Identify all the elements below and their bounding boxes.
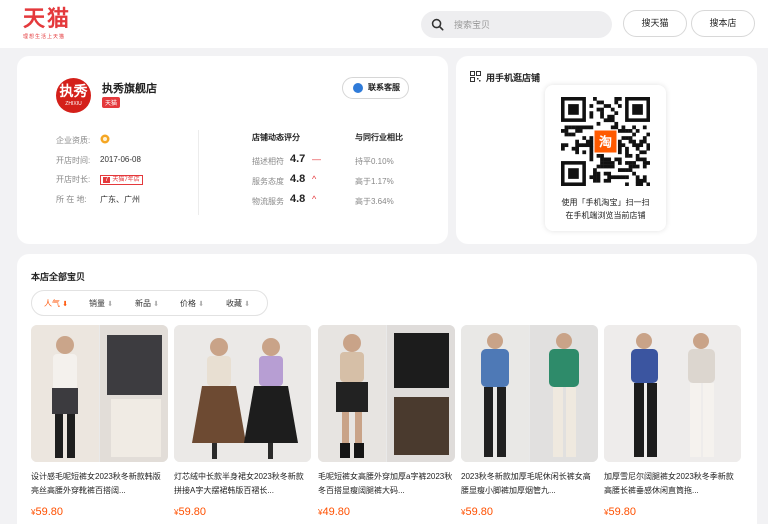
shop-logo[interactable]: 执秀 ZHIXIU <box>56 78 91 113</box>
qr-caption: 使用「手机淘宝」扫一扫 在手机端浏览当前店铺 <box>545 196 666 222</box>
qr-code-icon <box>470 71 481 82</box>
info-qualification: 企业资质: <box>56 134 110 146</box>
compare-description: 持平0.10% <box>355 157 394 166</box>
sort-price[interactable]: 价格 ⬇ <box>180 298 204 309</box>
sort-new[interactable]: 新品 ⬇ <box>135 298 159 309</box>
sort-label: 人气 <box>44 299 60 308</box>
qr-caption-line2: 在手机端浏览当前店铺 <box>565 211 646 220</box>
up-trend-icon: ^ <box>312 194 317 204</box>
qualification-icon[interactable] <box>100 134 110 146</box>
sort-bar: 人气 ⬇ 销量 ⬇ 新品 ⬇ 价格 ⬇ 收藏 ⬇ <box>31 290 268 316</box>
qr-title: 用手机逛店铺 <box>486 73 541 83</box>
sort-arrow-icon: ⬇ <box>244 301 251 308</box>
info-label: 企业资质: <box>56 136 91 145</box>
info-label: 开店时长: <box>56 175 91 184</box>
price-value: 59.80 <box>465 506 493 518</box>
sort-popularity[interactable]: 人气 ⬇ <box>44 298 68 309</box>
shop-logo-subtext: ZHIXIU <box>65 101 82 107</box>
tmall-badge: 天猫 <box>102 97 121 108</box>
info-label: 所 在 地: <box>56 195 87 204</box>
price-value: 49.80 <box>322 506 350 518</box>
shop-info-card: 执秀 ZHIXIU 执秀旗舰店 天猫 联系客服 企业资质: 开店时间: 2017… <box>17 56 448 244</box>
product-title[interactable]: 灯芯绒中长款半身裙女2023秋冬新款拼接A字大摆裙韩版百褶长... <box>174 470 311 498</box>
price-value: 59.80 <box>608 506 636 518</box>
product-price: ¥59.80 <box>461 506 493 518</box>
info-label: 开店时间: <box>56 156 91 165</box>
product-price: ¥59.80 <box>174 506 206 518</box>
customer-service-icon <box>353 83 363 93</box>
info-open-duration: 开店时长: 7 天猫7年店 <box>56 174 143 185</box>
compare-title: 与同行业相比 <box>355 133 403 142</box>
qr-caption-line1: 使用「手机淘宝」扫一扫 <box>561 198 650 207</box>
product-title[interactable]: 加厚雪尼尔阔腿裤女2023秋冬季新款高腰长裤垂感休闲直筒拖... <box>604 470 741 498</box>
tmall-logo-text: 天猫 <box>23 6 72 32</box>
location-value: 广东、广州 <box>100 195 140 204</box>
sort-arrow-icon: ⬇ <box>198 301 205 308</box>
sort-favorites[interactable]: 收藏 ⬇ <box>226 298 250 309</box>
qr-code[interactable]: 淘 <box>561 97 650 186</box>
score-value: 4.8 <box>290 173 306 185</box>
product-price: ¥59.80 <box>604 506 636 518</box>
sort-label: 价格 <box>180 299 196 308</box>
tmall-logo[interactable]: 天猫 理想生活上天猫 <box>23 6 71 40</box>
all-items-title: 本店全部宝贝 <box>31 272 86 282</box>
flat-trend-icon: — <box>312 154 321 164</box>
product-image[interactable] <box>31 325 168 462</box>
qr-card: 用手机逛店铺 淘 使用「手机淘宝」扫一扫 在手机端浏览当前店铺 <box>456 56 757 244</box>
info-divider <box>198 130 199 215</box>
contact-service-label: 联系客服 <box>368 83 400 92</box>
search-store-button[interactable]: 搜本店 <box>691 10 755 37</box>
info-location: 所 在 地: 广东、广州 <box>56 194 140 205</box>
product-title[interactable]: 毛呢短裤女高腰外穿加厚a字裤2023秋冬百搭显瘦阔腿裤大码... <box>318 470 455 498</box>
score-value: 4.7 <box>290 153 306 165</box>
sort-sales[interactable]: 销量 ⬇ <box>89 298 113 309</box>
sort-label: 新品 <box>135 299 151 308</box>
product-title[interactable]: 设计感毛呢短裤女2023秋冬新款韩版亮丝高腰外穿靴裤百搭阔... <box>31 470 168 498</box>
score-label: 描述相符 <box>252 157 284 166</box>
score-value: 4.8 <box>290 193 306 205</box>
taobao-logo-text: 淘 <box>599 135 612 151</box>
shop-name[interactable]: 执秀旗舰店 <box>102 80 157 96</box>
score-row-logistics: 物流服务 4.8 ^ <box>252 193 316 207</box>
compare-service: 高于1.17% <box>355 177 394 186</box>
up-trend-icon: ^ <box>312 174 317 184</box>
shop-logo-text: 执秀 <box>59 83 88 99</box>
product-price: ¥59.80 <box>31 506 63 518</box>
product-image[interactable] <box>318 325 455 462</box>
top-header: 天猫 理想生活上天猫 搜索宝贝 搜天猫 搜本店 <box>0 0 768 48</box>
store-age-badge: 7 天猫7年店 <box>100 174 143 185</box>
sort-arrow-icon: ⬇ <box>62 301 69 308</box>
product-image[interactable] <box>604 325 741 462</box>
price-value: 59.80 <box>178 506 206 518</box>
open-date-value: 2017-06-08 <box>100 155 141 164</box>
search-input[interactable]: 搜索宝贝 <box>421 11 612 38</box>
contact-service-button[interactable]: 联系客服 <box>342 77 409 99</box>
product-title[interactable]: 2023秋冬新款加厚毛呢休闲长裤女高腰显瘦小脚裤加厚烟管九... <box>461 470 598 498</box>
store-age-text: 天猫7年店 <box>112 177 140 183</box>
score-label: 服务态度 <box>252 177 284 186</box>
score-label: 物流服务 <box>252 197 284 206</box>
dynamic-score-title: 店铺动态评分 <box>252 133 300 142</box>
score-row-service: 服务态度 4.8 ^ <box>252 173 316 187</box>
sort-label: 销量 <box>89 299 105 308</box>
search-tmall-button[interactable]: 搜天猫 <box>623 10 687 37</box>
search-placeholder: 搜索宝贝 <box>454 20 491 30</box>
tmall-slogan: 理想生活上天猫 <box>23 34 66 40</box>
products-card: 本店全部宝贝 人气 ⬇ 销量 ⬇ 新品 ⬇ 价格 ⬇ 收藏 ⬇ 设计感毛呢短裤女… <box>17 254 757 524</box>
search-icon <box>431 18 444 31</box>
store-age-number: 7 <box>103 177 111 183</box>
info-open-date: 开店时间: 2017-06-08 <box>56 155 141 166</box>
product-image[interactable] <box>174 325 311 462</box>
compare-logistics: 高于3.64% <box>355 197 394 206</box>
product-image[interactable] <box>461 325 598 462</box>
score-row-description: 描述相符 4.7 — <box>252 153 321 167</box>
sort-label: 收藏 <box>226 299 242 308</box>
sort-arrow-icon: ⬇ <box>153 301 160 308</box>
product-price: ¥49.80 <box>318 506 350 518</box>
sort-arrow-icon: ⬇ <box>107 301 114 308</box>
qr-code-box: 淘 使用「手机淘宝」扫一扫 在手机端浏览当前店铺 <box>545 85 666 231</box>
price-value: 59.80 <box>35 506 63 518</box>
